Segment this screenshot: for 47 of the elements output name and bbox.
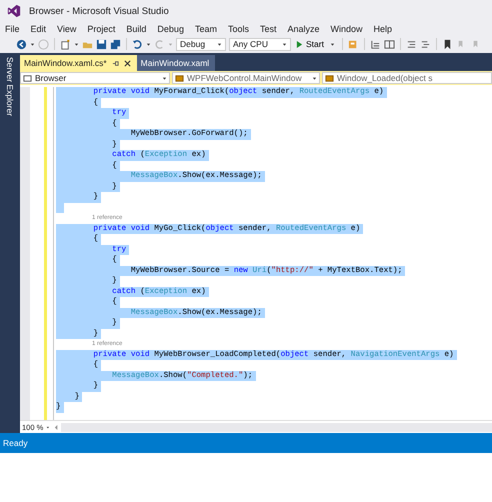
menu-item[interactable]: Window (330, 24, 363, 34)
navigation-dropdown[interactable]: WPFWebControl.MainWindow (172, 72, 320, 84)
caret-icon[interactable] (146, 42, 151, 46)
class-icon (175, 74, 184, 82)
close-icon[interactable] (124, 60, 131, 66)
play-icon (296, 40, 303, 48)
layout-icon[interactable] (384, 38, 395, 50)
caret-icon (162, 76, 167, 80)
caret-icon[interactable] (30, 42, 35, 46)
navigation-dropdown[interactable]: Window_Loaded(object s (322, 72, 492, 84)
window-title: Browser - Microsoft Visual Studio (29, 6, 169, 16)
app-logo-icon (7, 4, 21, 18)
menu-item[interactable]: Help (374, 24, 392, 34)
caret-icon (312, 76, 317, 80)
horizontal-scrollbar[interactable] (61, 422, 492, 432)
new-project-icon[interactable] (60, 38, 71, 50)
save-icon[interactable] (96, 38, 107, 50)
menu-item[interactable]: Build (126, 24, 146, 34)
configuration-dropdown[interactable]: Debug (176, 38, 226, 50)
menu-item[interactable]: Test (260, 24, 276, 34)
menu-item[interactable]: Debug (157, 24, 184, 34)
back-icon[interactable] (16, 38, 27, 50)
caret-icon (330, 42, 335, 46)
menu-item[interactable]: Analyze (288, 24, 320, 34)
menu-item[interactable]: Team (194, 24, 217, 34)
menu-item[interactable]: File (5, 24, 20, 34)
caret-icon (217, 42, 222, 46)
document-tab[interactable]: MainWindow.xaml.cs* (20, 55, 137, 71)
menu-item[interactable]: View (57, 24, 76, 34)
start-button[interactable]: Start (294, 37, 337, 51)
undo-icon[interactable] (132, 38, 143, 50)
navigation-dropdown[interactable]: Browser (20, 72, 170, 84)
menu-item[interactable]: Edit (30, 24, 46, 34)
document-tab[interactable]: MainWindow.xaml (136, 55, 216, 71)
menu-item[interactable]: Tools (228, 24, 249, 34)
status-text: Ready (3, 438, 28, 448)
class-icon (325, 74, 334, 82)
scroll-left-icon[interactable] (54, 424, 59, 430)
platform-dropdown[interactable]: Any CPU (229, 38, 291, 50)
save-all-icon[interactable] (110, 38, 121, 50)
server-explorer-tab[interactable]: Server Explorer (0, 53, 20, 433)
caret-icon[interactable] (74, 42, 79, 46)
class-icon (23, 74, 32, 82)
caret-icon (282, 42, 287, 46)
indent-icon[interactable] (370, 38, 381, 50)
pin-icon[interactable] (112, 60, 119, 66)
menu-item[interactable]: Project (87, 24, 116, 34)
